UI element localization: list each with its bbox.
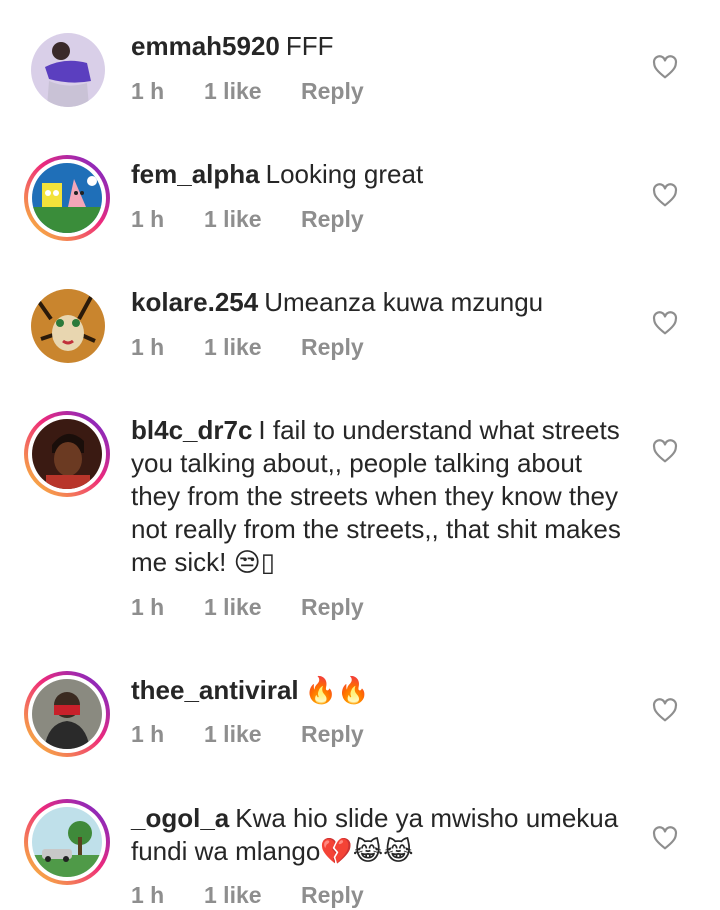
heart-outline-icon[interactable] [652, 311, 678, 335]
like-count[interactable]: 1 like [204, 721, 301, 748]
reply-button[interactable]: Reply [301, 882, 364, 909]
heart-outline-icon[interactable] [652, 439, 678, 463]
like-count[interactable]: 1 like [204, 882, 301, 909]
like-count[interactable]: 1 like [204, 78, 301, 105]
avatar[interactable] [24, 411, 110, 497]
username[interactable]: thee_antiviral [131, 675, 299, 705]
comment-meta: 1 h 1 like Reply [131, 721, 364, 748]
reply-button[interactable]: Reply [301, 206, 364, 233]
comment-meta: 1 h 1 like Reply [131, 594, 364, 621]
heart-outline-icon[interactable] [652, 698, 678, 722]
avatar[interactable] [24, 155, 110, 241]
timestamp: 1 h [131, 78, 165, 104]
reply-button[interactable]: Reply [301, 721, 364, 748]
like-count[interactable]: 1 like [204, 334, 301, 361]
comment-text: thee_antiviral 🔥🔥 [131, 674, 626, 707]
username[interactable]: fem_alpha [131, 159, 260, 189]
comment-text: emmah5920 FFF [131, 30, 626, 63]
comment-meta: 1 h 1 like Reply [131, 78, 364, 105]
heart-outline-icon[interactable] [652, 183, 678, 207]
heart-outline-icon[interactable] [652, 826, 678, 850]
like-count[interactable]: 1 like [204, 594, 301, 621]
timestamp: 1 h [131, 334, 165, 360]
comment-body: FFF [285, 31, 334, 61]
comments-list: emmah5920 FFF 1 h1 like Reply fem_alpha Loo… [0, 0, 720, 910]
comment-body: 🔥🔥 [304, 675, 370, 705]
timestamp: 1 h [131, 721, 165, 747]
reply-button[interactable]: Reply [301, 78, 364, 105]
timestamp: 1 h [131, 594, 165, 620]
heart-outline-icon[interactable] [652, 55, 678, 79]
timestamp: 1 h [131, 882, 165, 908]
username[interactable]: emmah5920 [131, 31, 280, 61]
like-count[interactable]: 1 like [204, 206, 301, 233]
comment-meta: 1 h 1 like Reply [131, 206, 364, 233]
avatar[interactable] [31, 33, 105, 107]
username[interactable]: _ogol_a [131, 803, 229, 833]
comment-meta: 1 h 1 like Reply [131, 334, 364, 361]
comment-text: fem_alpha Looking great [131, 158, 626, 191]
username[interactable]: bl4c_dr7c [131, 415, 252, 445]
comment-meta: 1 h 1 like Reply [131, 882, 364, 909]
comment-text: _ogol_a Kwa hio slide ya mwisho umekua fu… [131, 802, 626, 868]
reply-button[interactable]: Reply [301, 594, 364, 621]
timestamp: 1 h [131, 206, 165, 232]
avatar[interactable] [31, 289, 105, 363]
comment-body: Umeanza kuwa mzungu [264, 287, 544, 317]
comment-text: bl4c_dr7c I fail to understand what stree… [131, 414, 626, 579]
comment-text: kolare.254 Umeanza kuwa mzungu [131, 286, 626, 319]
avatar[interactable] [24, 671, 110, 757]
reply-button[interactable]: Reply [301, 334, 364, 361]
username[interactable]: kolare.254 [131, 287, 258, 317]
comment-body: Looking great [265, 159, 424, 189]
avatar[interactable] [24, 799, 110, 885]
